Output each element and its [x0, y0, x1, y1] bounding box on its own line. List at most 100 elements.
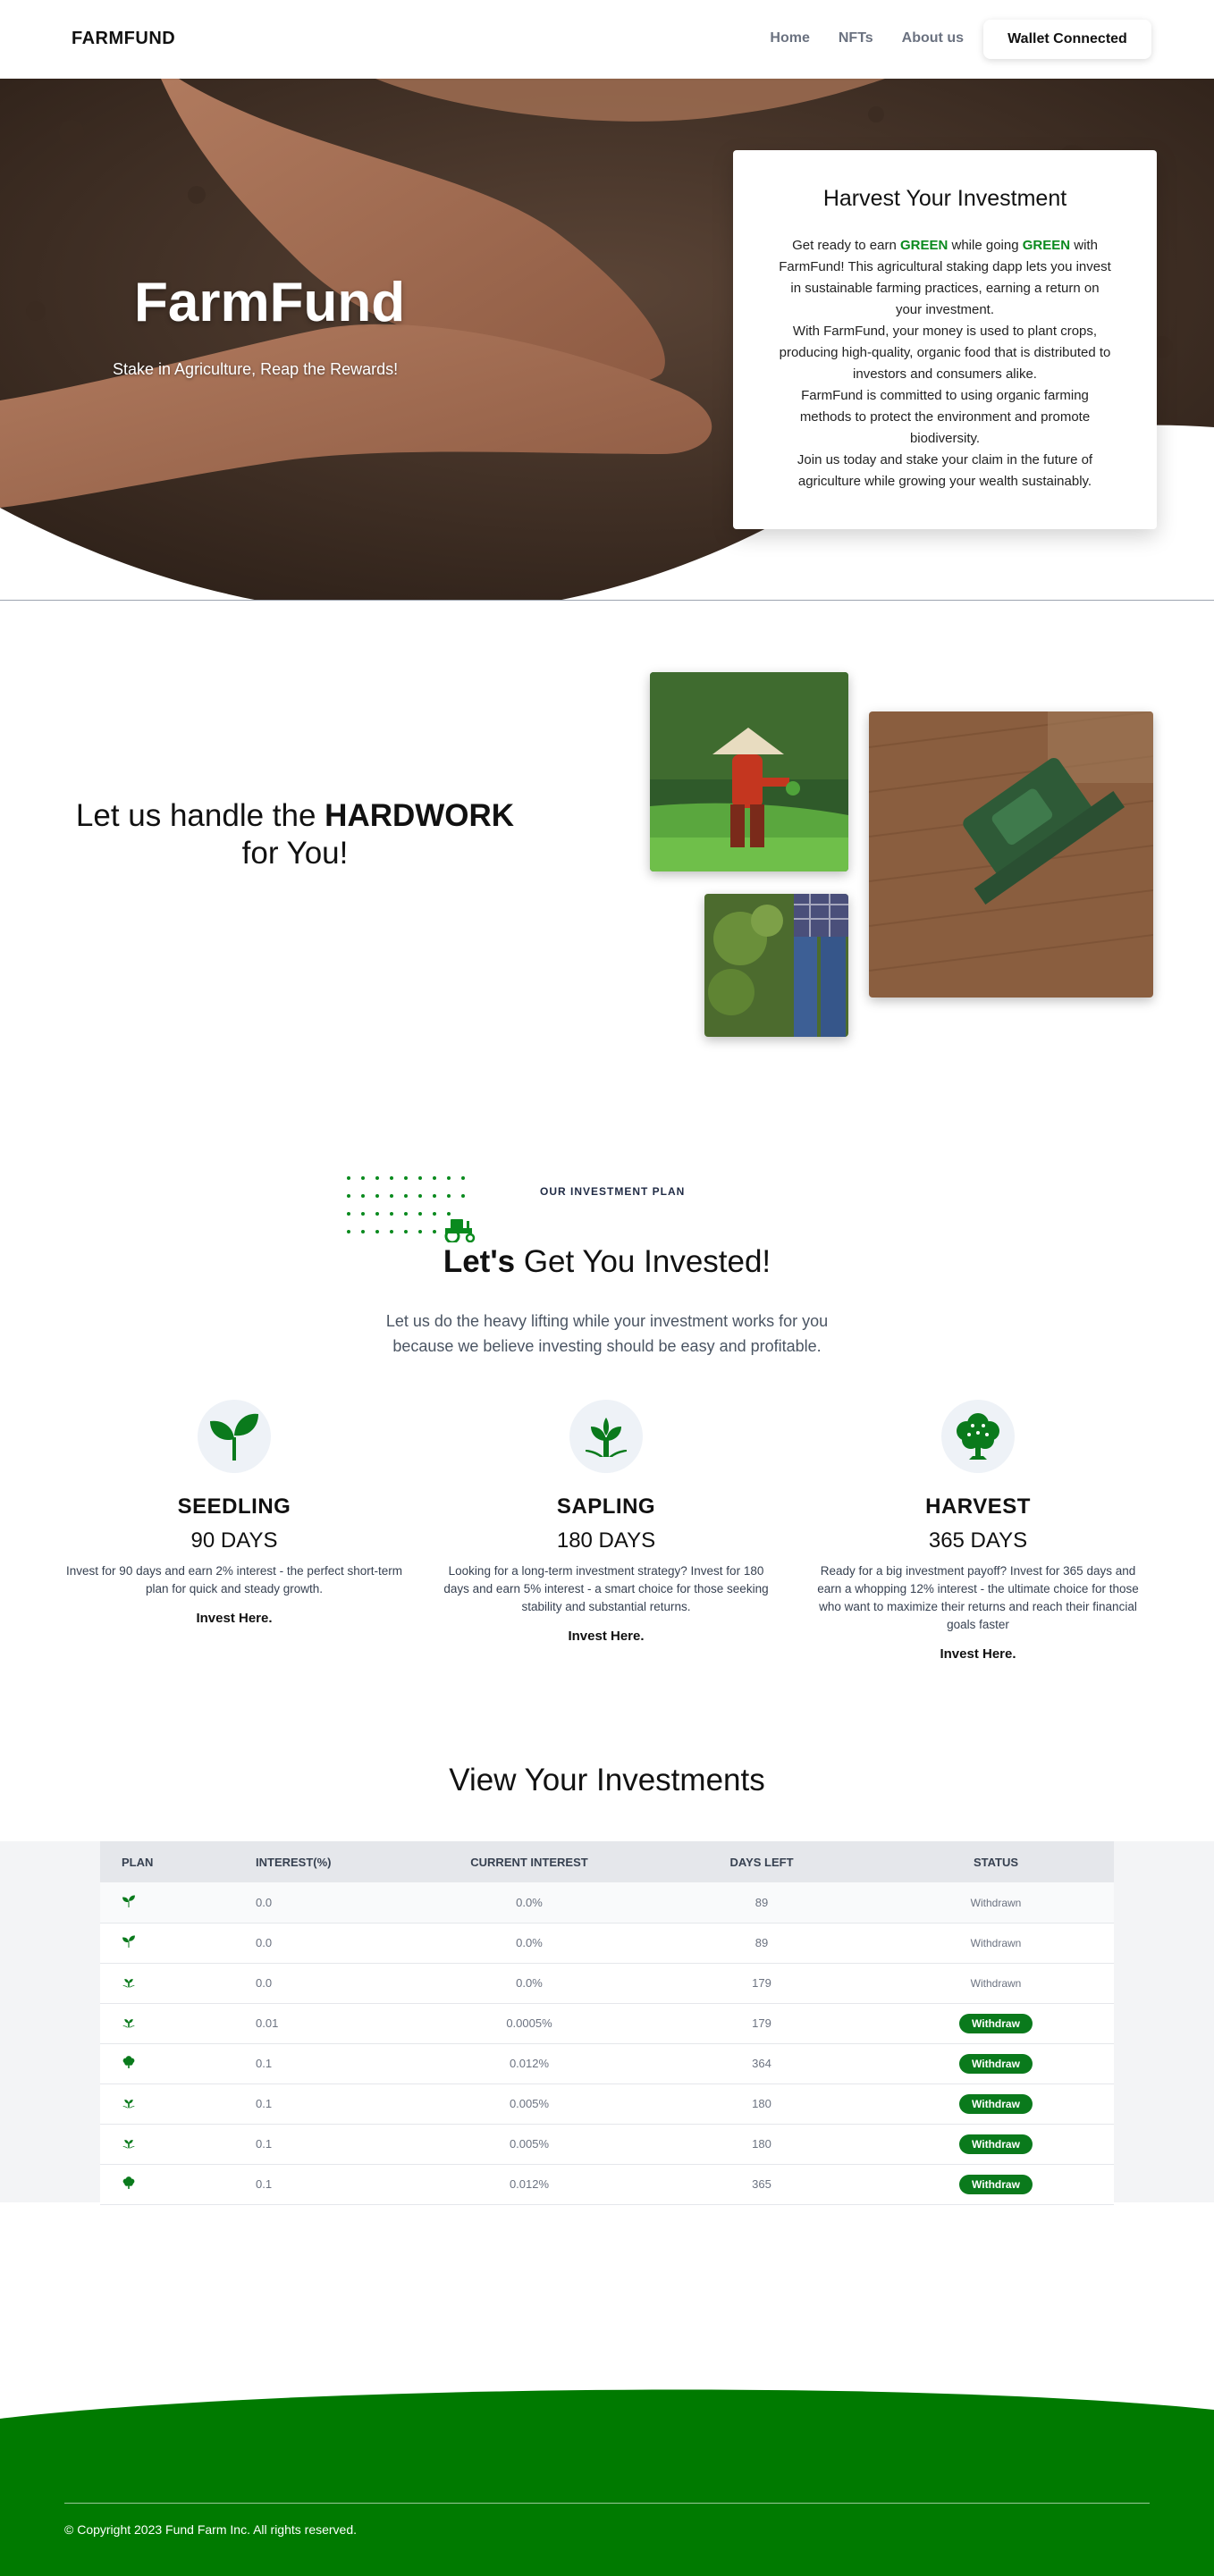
withdraw-button[interactable]: Withdraw [959, 2093, 1033, 2114]
withdrawn-status: Withdrawn [970, 1977, 1022, 1990]
seedling-icon [122, 1935, 136, 1951]
plan-card-sapling: SAPLING 180 DAYS Looking for a long-term… [436, 1400, 776, 1644]
tree-icon [122, 2176, 136, 2193]
tree-icon [941, 1400, 1015, 1473]
interest-cell: 0.0 [234, 1882, 413, 1924]
investments-table-section: PLAN INTEREST(%) CURRENT INTEREST DAYS L… [0, 1841, 1214, 2205]
interest-cell: 0.01 [234, 2003, 413, 2044]
days-left-cell: 179 [645, 2003, 878, 2044]
header-current-interest: CURRENT INTEREST [413, 1841, 645, 1882]
table-row: 0.0 0.0% 89 Withdrawn [100, 1923, 1114, 1964]
current-interest-cell: 0.0005% [413, 2003, 645, 2044]
card-paragraph-2: With FarmFund, your money is used to pla… [779, 324, 1111, 382]
plan-card-harvest: HARVEST 365 DAYS Ready for a big investm… [808, 1400, 1148, 1662]
seedling-icon [122, 1895, 136, 1911]
plan-days: 180 DAYS [556, 1528, 656, 1553]
table-row: 0.01 0.0005% 179 Withdraw [100, 2003, 1114, 2044]
card-text: while going [948, 238, 1023, 253]
green-highlight: GREEN [899, 238, 948, 253]
invest-here-link[interactable]: Invest Here. [808, 1646, 1148, 1662]
current-interest-cell: 0.012% [413, 2043, 645, 2084]
plan-cell [100, 2043, 234, 2084]
header-interest: INTEREST(%) [234, 1841, 413, 1882]
plan-description: Ready for a big investment payoff? Inves… [817, 1564, 1139, 1631]
section-label: OUR INVESTMENT PLAN [540, 1185, 686, 1198]
plan-cell [100, 1963, 234, 2004]
withdraw-button[interactable]: Withdraw [959, 2174, 1033, 2194]
status-cell: Withdrawn [878, 1963, 1114, 2004]
investments-table: PLAN INTEREST(%) CURRENT INTEREST DAYS L… [100, 1841, 1114, 2205]
plan-card-seedling: SEEDLING 90 DAYS Invest for 90 days and … [64, 1400, 404, 1626]
current-interest-cell: 0.005% [413, 2084, 645, 2125]
nav-link-home[interactable]: Home [770, 30, 809, 46]
days-left-cell: 89 [645, 1882, 878, 1924]
sapling-icon [122, 2099, 136, 2112]
footer-copyright: © Copyright 2023 Fund Farm Inc. All righ… [64, 2522, 358, 2537]
interest-cell: 0.1 [234, 2043, 413, 2084]
farmer-carrying-plants-photo [704, 894, 848, 1037]
plan-description: Invest for 90 days and earn 2% interest … [66, 1564, 402, 1595]
header-plan: PLAN [100, 1841, 234, 1882]
card-title: Harvest Your Investment [822, 186, 1067, 211]
nav-link-about[interactable]: About us [902, 30, 964, 46]
current-interest-cell: 0.0% [413, 1963, 645, 2004]
table-header-row: PLAN INTEREST(%) CURRENT INTEREST DAYS L… [100, 1841, 1114, 1882]
current-interest-cell: 0.0% [413, 1923, 645, 1964]
invest-subtitle: Let us do the heavy lifting while your i… [385, 1312, 829, 1355]
tractor-icon [444, 1219, 476, 1242]
invest-here-link[interactable]: Invest Here. [436, 1629, 776, 1644]
hero-subtitle: Stake in Agriculture, Reap the Rewards! [113, 360, 399, 378]
hardwork-bold: HARDWORK [325, 798, 515, 833]
withdraw-button[interactable]: Withdraw [959, 2053, 1033, 2074]
current-interest-cell: 0.005% [413, 2124, 645, 2165]
nav-link-nfts[interactable]: NFTs [839, 30, 873, 46]
interest-cell: 0.1 [234, 2124, 413, 2165]
plan-cell [100, 1923, 234, 1964]
withdraw-button[interactable]: Withdraw [959, 2013, 1033, 2033]
interest-cell: 0.0 [234, 1923, 413, 1964]
harvest-info-card: Harvest Your Investment Get ready to ear… [733, 150, 1157, 529]
invest-title-bold: Let's [443, 1244, 516, 1279]
status-cell: Withdraw [878, 2124, 1114, 2165]
status-cell: Withdrawn [878, 1923, 1114, 1964]
card-paragraph-4: Join us today and stake your claim in th… [797, 452, 1093, 489]
days-left-cell: 179 [645, 1963, 878, 2004]
withdrawn-status: Withdrawn [970, 1937, 1022, 1949]
sapling-icon [569, 1400, 643, 1473]
plan-name: SAPLING [556, 1494, 656, 1519]
header-status: STATUS [878, 1841, 1114, 1882]
current-interest-cell: 0.0% [413, 1882, 645, 1924]
interest-cell: 0.0 [234, 1963, 413, 2004]
status-cell: Withdraw [878, 2043, 1114, 2084]
wallet-connected-button[interactable]: Wallet Connected [983, 20, 1151, 59]
plan-days: 90 DAYS [190, 1528, 278, 1553]
seedling-icon [198, 1400, 271, 1473]
card-paragraph-3: FarmFund is committed to using organic f… [799, 388, 1091, 446]
table-row: 0.0 0.0% 179 Withdrawn [100, 1963, 1114, 2004]
header-days-left: DAYS LEFT [645, 1841, 878, 1882]
top-navbar: FARMFUND Home NFTs About us Wallet Conne… [0, 0, 1214, 79]
section-divider [0, 600, 1214, 601]
status-cell: Withdrawn [878, 1882, 1114, 1924]
withdraw-button[interactable]: Withdraw [959, 2134, 1033, 2154]
table-row: 0.1 0.012% 364 Withdraw [100, 2043, 1114, 2084]
sapling-icon [122, 2018, 136, 2032]
plan-description: Looking for a long-term investment strat… [443, 1564, 769, 1613]
status-cell: Withdraw [878, 2084, 1114, 2125]
table-row: 0.1 0.005% 180 Withdraw [100, 2124, 1114, 2165]
plan-cell [100, 2164, 234, 2205]
interest-cell: 0.1 [234, 2164, 413, 2205]
invest-here-link[interactable]: Invest Here. [64, 1611, 404, 1626]
days-left-cell: 364 [645, 2043, 878, 2084]
footer-background [0, 2389, 1214, 2576]
nav-links: Home NFTs About us [770, 30, 964, 46]
hardwork-text: Let us handle the [75, 798, 325, 833]
status-cell: Withdraw [878, 2003, 1114, 2044]
hardwork-text: for You! [241, 836, 349, 871]
brand-logo[interactable]: FARMFUND [72, 29, 175, 49]
green-highlight: GREEN [1022, 238, 1071, 253]
current-interest-cell: 0.012% [413, 2164, 645, 2205]
footer-divider [64, 2503, 1150, 2504]
days-left-cell: 180 [645, 2084, 878, 2125]
hardwork-heading: Let us handle the HARDWORK for You! [54, 797, 536, 872]
